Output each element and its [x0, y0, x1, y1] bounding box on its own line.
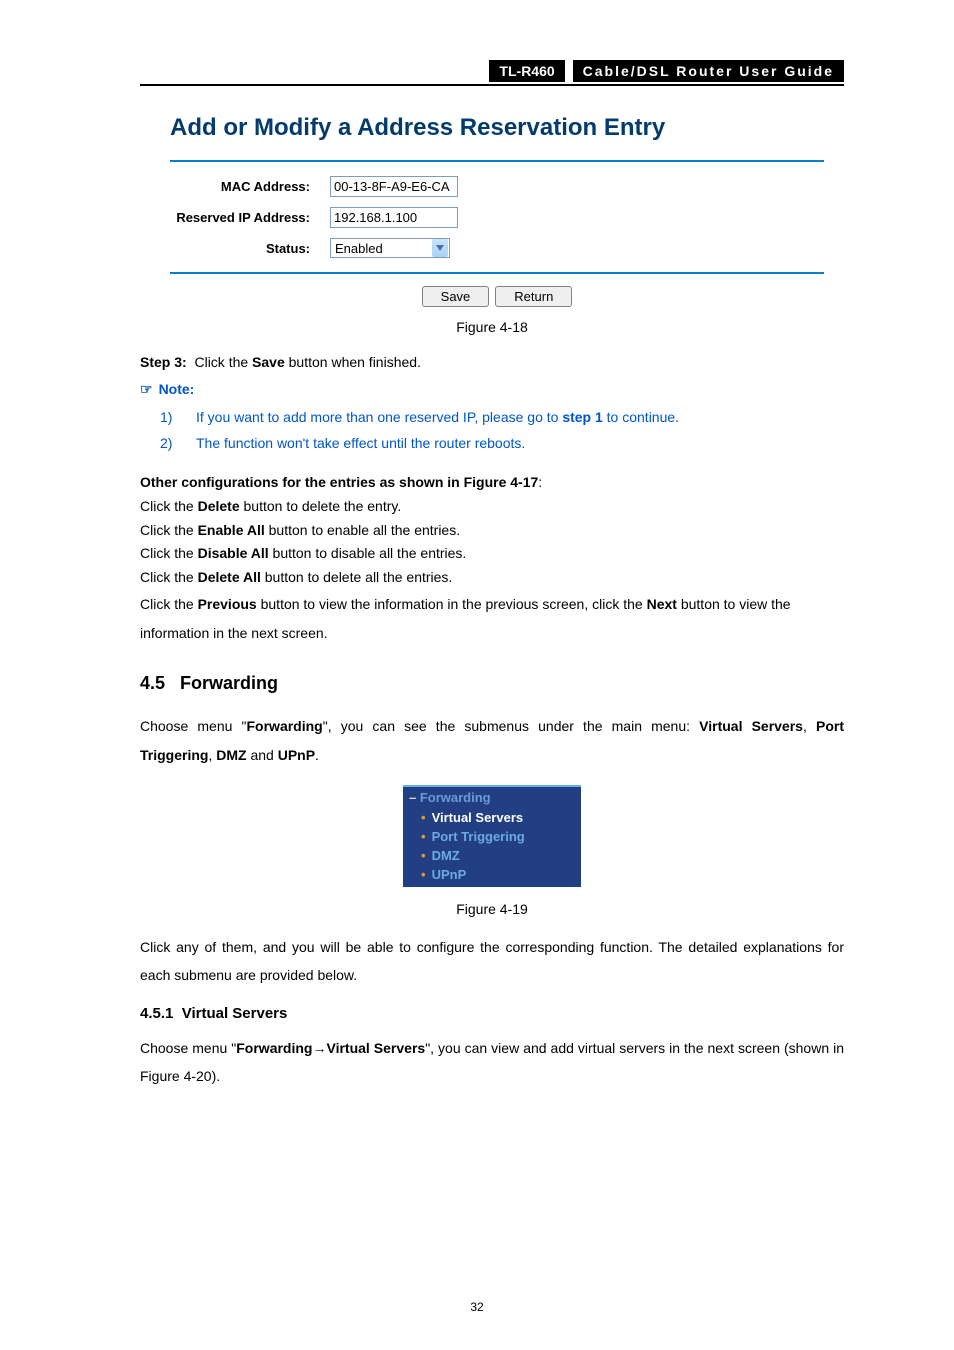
- menu-item-virtual-servers[interactable]: •Virtual Servers: [403, 808, 581, 827]
- bullet-icon: •: [421, 829, 426, 844]
- status-value: Enabled: [331, 241, 431, 256]
- bullet-icon: •: [421, 848, 426, 863]
- other-config-l5: Click the Previous button to view the in…: [140, 590, 844, 649]
- divider: [170, 160, 824, 162]
- other-config-l1: Click the Delete button to delete the en…: [140, 495, 844, 519]
- section-4-5-1-text: Choose menu "Forwarding→Virtual Servers"…: [140, 1034, 844, 1090]
- guide-label: Cable/DSL Router User Guide: [573, 60, 844, 82]
- return-button[interactable]: Return: [495, 286, 572, 307]
- other-config-l3: Click the Disable All button to disable …: [140, 542, 844, 566]
- other-config-l2: Click the Enable All button to enable al…: [140, 519, 844, 543]
- page-header: TL-R460 Cable/DSL Router User Guide: [140, 60, 844, 86]
- forwarding-menu: – Forwarding •Virtual Servers •Port Trig…: [403, 785, 581, 887]
- bullet-icon: •: [421, 810, 426, 825]
- ip-input[interactable]: [330, 207, 458, 228]
- after-menu-text: Click any of them, and you will be able …: [140, 933, 844, 989]
- status-select[interactable]: Enabled: [330, 238, 450, 258]
- figure-caption-4-18: Figure 4-18: [140, 319, 844, 335]
- note-list: If you want to add more than one reserve…: [140, 404, 844, 457]
- page-number: 32: [0, 1300, 954, 1314]
- divider: [170, 272, 824, 274]
- note-item-2: The function won't take effect until the…: [190, 430, 844, 457]
- figure-caption-4-19: Figure 4-19: [140, 901, 844, 917]
- other-config-l4: Click the Delete All button to delete al…: [140, 566, 844, 590]
- menu-item-port-triggering[interactable]: •Port Triggering: [403, 827, 581, 846]
- chevron-down-icon: [432, 239, 448, 257]
- menu-item-upnp[interactable]: •UPnP: [403, 865, 581, 884]
- section-4-5-1-heading: 4.5.1 Virtual Servers: [140, 1005, 844, 1022]
- reservation-dialog: Add or Modify a Address Reservation Entr…: [170, 114, 824, 307]
- menu-item-dmz[interactable]: •DMZ: [403, 846, 581, 865]
- mac-input[interactable]: [330, 176, 458, 197]
- dialog-title: Add or Modify a Address Reservation Entr…: [170, 114, 824, 142]
- note-item-1: If you want to add more than one reserve…: [190, 404, 844, 431]
- section-4-5-intro: Choose menu "Forwarding", you can see th…: [140, 712, 844, 771]
- step-3: Step 3: Click the Save button when finis…: [140, 351, 844, 375]
- bullet-icon: •: [421, 867, 426, 882]
- save-button[interactable]: Save: [422, 286, 490, 307]
- menu-header: – Forwarding: [403, 787, 581, 808]
- note-label: ☞Note:: [140, 381, 844, 398]
- section-4-5-heading: 4.5 Forwarding: [140, 673, 844, 694]
- other-config-heading: Other configurations for the entries as …: [140, 471, 844, 495]
- status-label: Status:: [170, 241, 330, 256]
- mac-label: MAC Address:: [170, 179, 330, 194]
- ip-label: Reserved IP Address:: [170, 210, 330, 225]
- model-label: TL-R460: [489, 60, 564, 82]
- pointer-icon: ☞: [140, 381, 153, 398]
